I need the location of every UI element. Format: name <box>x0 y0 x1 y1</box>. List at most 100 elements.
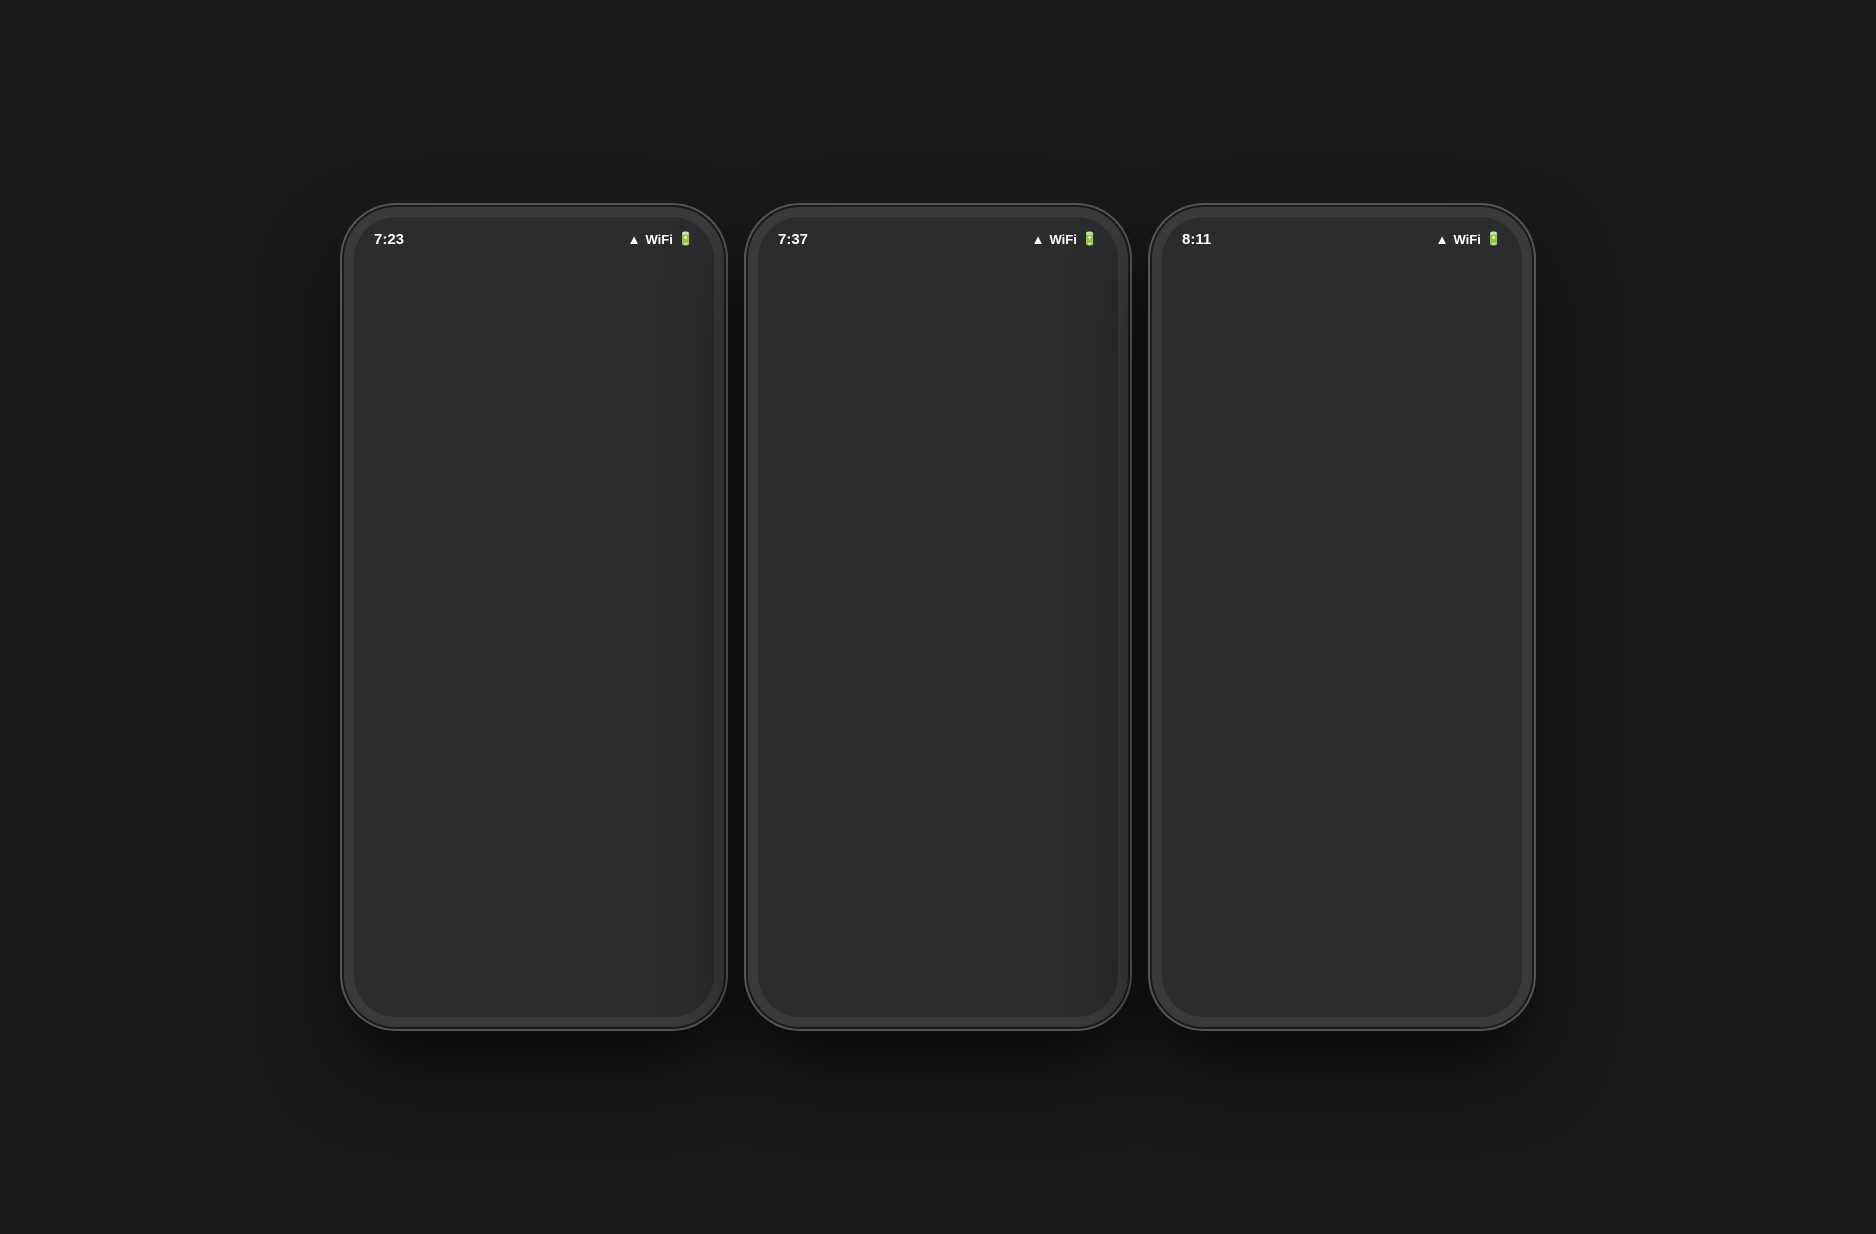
app-maps-3[interactable]: 🗺 Maps <box>1326 269 1388 346</box>
app-settings-2[interactable]: ⚙ Settings <box>1032 435 1105 512</box>
music-widget-inner[interactable]: The New Abnormal The Strokes ♪ <box>520 596 707 666</box>
clock-icon-2[interactable] <box>950 770 1012 832</box>
dock-mail-2[interactable] <box>871 931 927 987</box>
app-notes-1[interactable]: 📝 Notes <box>541 507 614 584</box>
maps-icon-2[interactable]: 🗺 <box>777 435 839 497</box>
slack-icon-1[interactable]: # <box>546 418 608 480</box>
app-slack-1[interactable]: # Slack <box>541 418 614 495</box>
translate-icon-1[interactable]: A文 <box>373 507 435 569</box>
dock-safari-2[interactable]: 🧭 <box>949 931 1005 987</box>
youtube-icon-2[interactable] <box>864 435 926 497</box>
calendar-widget-3[interactable]: WWDC No more events today JUNE S M T W T… <box>1176 463 1508 635</box>
app-translate-3[interactable]: A文 Translate <box>1326 356 1388 433</box>
app-settings-3[interactable]: ⚙ Settings <box>1398 356 1460 433</box>
home-icon-3[interactable]: 🏠 <box>1441 643 1503 705</box>
podcast-widget-2[interactable]: 1H 47M LEFT Ali Abdaal 🎙 <box>772 613 902 743</box>
maps-icon-3[interactable]: 🗺 <box>1326 269 1388 331</box>
dock-messages-3[interactable] <box>1197 931 1253 987</box>
photos-icon-1[interactable]: 🌸 <box>368 596 430 658</box>
app-camera-1[interactable]: 📷 Camera <box>628 418 701 495</box>
dock-safari-1[interactable]: 🧭 <box>545 931 601 987</box>
translate-icon-3[interactable]: A文 <box>1326 356 1388 418</box>
podcast-widget-wrap[interactable]: 1H 47M LEFT Ali Abdaal 🎙 Podcasts <box>772 613 902 758</box>
music-widget-2[interactable]: The New Abnormal The Strokes ♪ ESSENTIAL… <box>772 283 1104 427</box>
dock-phone-2[interactable]: 📞 <box>1027 931 1083 987</box>
app-translate-2[interactable]: A文 Translate <box>945 435 1018 512</box>
weather-widget[interactable]: ↗ 80° ☁ Expect rain in the next hour Int… <box>368 283 700 410</box>
clock-icon-3[interactable] <box>1354 732 1416 794</box>
notes-icon-2[interactable]: 📝 <box>966 613 1028 675</box>
app-photos-1[interactable]: 🌸 Photos <box>368 596 430 681</box>
app-clock-1[interactable]: Clock <box>368 693 441 770</box>
home-icon-1[interactable]: 🏠 <box>444 596 506 658</box>
app-reminders-1[interactable]: 🔔 Reminders <box>628 507 701 584</box>
dock-mail-1[interactable] <box>467 931 523 987</box>
app-slack-2[interactable]: # Slack <box>772 524 845 601</box>
photos-icon-3[interactable]: 🌸 <box>1354 643 1416 705</box>
reminders-icon-1[interactable]: 🔔 <box>633 507 695 569</box>
camera-icon-1[interactable]: 📷 <box>633 418 695 480</box>
app-maps-2[interactable]: 🗺 Maps <box>772 435 845 512</box>
maps-icon-1[interactable]: 🗺 <box>373 418 435 480</box>
app-calendar-2[interactable]: Monday 22 Calendar <box>1032 770 1105 847</box>
mail-icon-2[interactable] <box>871 931 927 987</box>
batteries-widget-3[interactable]: 📱 ✏️ 🎧 💼 <box>1176 269 1316 395</box>
phone-icon-3[interactable]: 📞 <box>1431 931 1487 987</box>
dock-mail-3[interactable] <box>1275 931 1331 987</box>
app-camera-3[interactable]: 📷 Camera <box>1263 643 1336 720</box>
safari-icon-3[interactable]: 🧭 <box>1353 931 1409 987</box>
app-notes-3[interactable]: 📝 Notes <box>1176 732 1249 809</box>
app-youtube-2[interactable]: YouTube <box>859 435 932 512</box>
app-slack-3[interactable]: # Slack <box>1176 643 1249 720</box>
messages-icon-2[interactable] <box>793 931 849 987</box>
app-settings-1[interactable]: ⚙ Settings <box>455 507 528 584</box>
youtube-icon-3[interactable] <box>1398 269 1460 331</box>
app-photos-3[interactable]: 🌸 Photos <box>1349 643 1422 720</box>
app-home-3[interactable]: 🏠 Home <box>1436 643 1509 720</box>
app-maps-1[interactable]: 🗺 Maps <box>368 418 441 495</box>
calendar-icon-1[interactable]: Monday 22 <box>460 693 522 755</box>
app-calendar-1[interactable]: Monday 22 Calendar <box>455 693 528 770</box>
calendar-icon-2[interactable]: Monday 22 <box>1037 770 1099 832</box>
home-icon-2[interactable]: 🏠 <box>1037 524 1099 586</box>
app-home-1[interactable]: 🏠 Home <box>444 596 506 681</box>
youtube-icon-1[interactable] <box>460 418 522 480</box>
messages-icon-3[interactable] <box>1197 931 1253 987</box>
photos-icon-2[interactable]: 🌸 <box>950 524 1012 586</box>
dock-phone-3[interactable]: 📞 <box>1431 931 1487 987</box>
notes-icon-3[interactable]: 📝 <box>1181 732 1243 794</box>
settings-icon-3[interactable]: ⚙ <box>1398 356 1460 418</box>
slack-icon-2[interactable]: # <box>777 524 839 586</box>
mail-icon-1[interactable] <box>467 931 523 987</box>
dock-messages-1[interactable] <box>389 931 445 987</box>
camera-icon-3[interactable]: 📷 <box>1268 643 1330 705</box>
app-translate-1[interactable]: A文 Translate <box>368 507 441 584</box>
settings-icon-1[interactable]: ⚙ <box>460 507 522 569</box>
messages-icon-1[interactable] <box>389 931 445 987</box>
mail-icon-3[interactable] <box>1275 931 1331 987</box>
translate-icon-2[interactable]: A文 <box>950 435 1012 497</box>
dock-safari-3[interactable]: 🧭 <box>1353 931 1409 987</box>
app-clock-2[interactable]: Clock <box>945 770 1018 847</box>
clock-icon-1[interactable] <box>373 693 435 755</box>
app-youtube-3[interactable]: YouTube <box>1398 269 1460 346</box>
app-home-2[interactable]: 🏠 Home <box>1032 524 1105 601</box>
batteries-widget-wrap[interactable]: 📱 ✏️ 🎧 💼 Batteries <box>1176 269 1316 410</box>
phone-icon-2[interactable]: 📞 <box>1027 931 1083 987</box>
app-youtube-1[interactable]: YouTube <box>455 418 528 495</box>
phone-icon-1[interactable]: 📞 <box>623 931 679 987</box>
dock-messages-2[interactable] <box>793 931 849 987</box>
app-reminders-2[interactable]: 🔔 Reminders <box>1042 613 1104 690</box>
app-reminders-3[interactable]: 🔔 Reminders <box>1263 732 1336 809</box>
app-calendar-3[interactable]: Monday 22 Calendar <box>1436 732 1509 809</box>
app-notes-2[interactable]: 📝 Notes <box>966 613 1028 690</box>
reminders-icon-3[interactable]: 🔔 <box>1268 732 1330 794</box>
reminders-icon-2[interactable]: 🔔 <box>1042 613 1104 675</box>
camera-icon-2[interactable]: 📷 <box>864 524 926 586</box>
safari-icon-2[interactable]: 🧭 <box>949 931 1005 987</box>
app-photos-2[interactable]: 🌸 Photos <box>945 524 1018 601</box>
calendar-icon-3[interactable]: Monday 22 <box>1441 732 1503 794</box>
slack-icon-3[interactable]: # <box>1181 643 1243 705</box>
music-widget-1[interactable]: The New Abnormal The Strokes ♪ Music <box>520 596 707 681</box>
notes-icon-1[interactable]: 📝 <box>546 507 608 569</box>
